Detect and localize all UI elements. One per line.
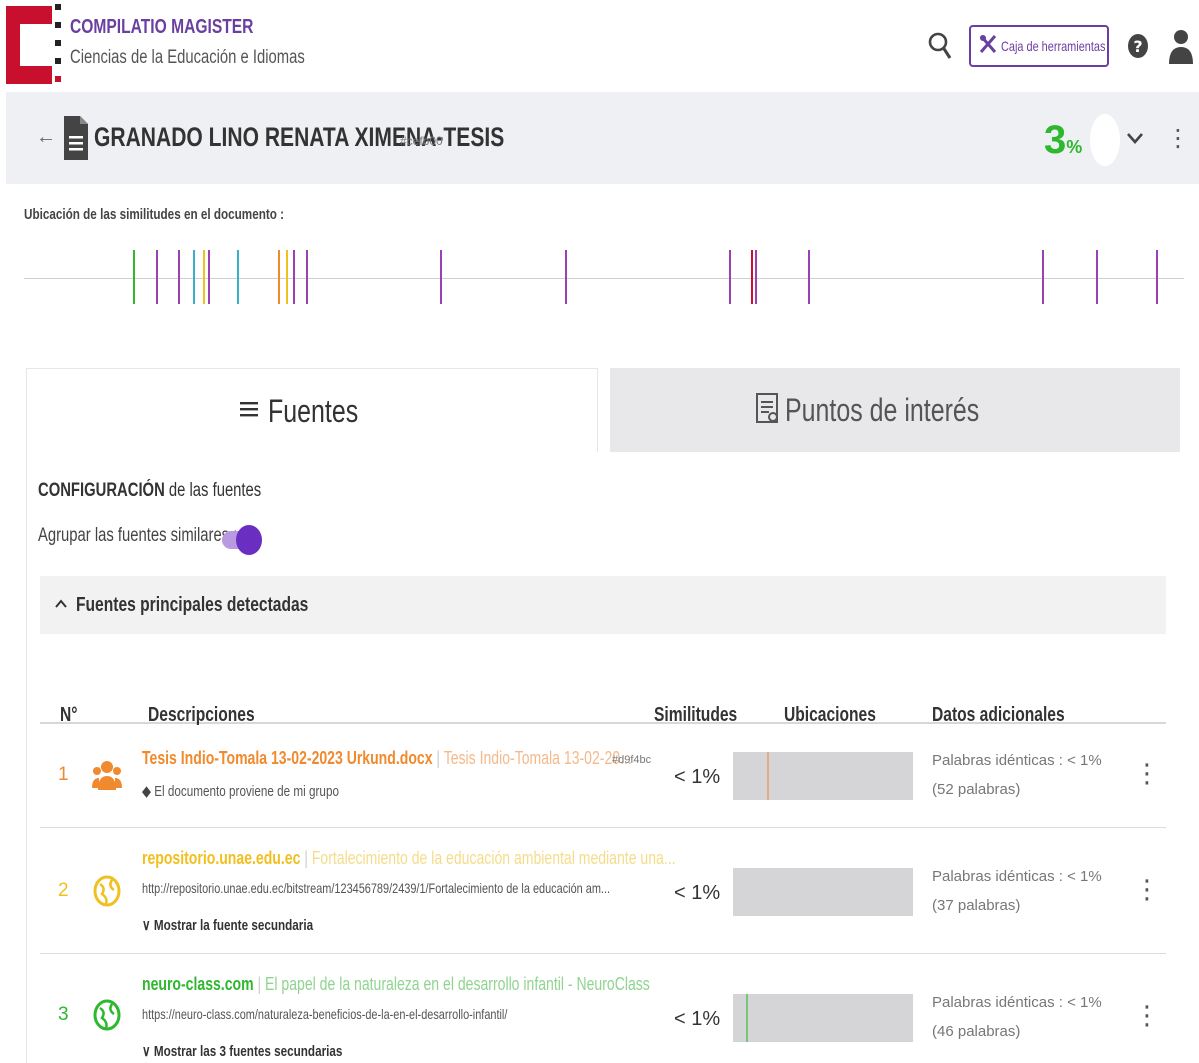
similarity-location-mark[interactable] <box>440 250 443 304</box>
svg-text:?: ? <box>1133 37 1142 56</box>
similarity-location-mark[interactable] <box>133 250 136 304</box>
show-secondary-link[interactable]: Mostrar la fuente secundaria <box>154 917 313 934</box>
source-origin: El documento proviene de mi grupo <box>154 783 339 800</box>
toolbox-label: Caja de herramientas <box>1001 38 1106 54</box>
additional-data: Palabras idénticas : < 1% (37 palabras) <box>932 868 1102 914</box>
main-sources-title: Fuentes principales detectadas <box>76 593 309 616</box>
similarity-percentage: 3% <box>1044 118 1083 162</box>
similarity-location-mark[interactable] <box>237 250 240 304</box>
top-bar: COMPILATIO MAGISTER Ciencias de la Educa… <box>0 0 1199 92</box>
additional-data: Palabras idénticas : < 1% (46 palabras) <box>932 994 1102 1040</box>
source-title[interactable]: neuro-class.com <box>142 974 254 994</box>
main-sources-header[interactable]: Fuentes principales detectadas <box>40 576 1166 634</box>
similarity-location-mark[interactable] <box>305 250 308 304</box>
similarity-location-mark[interactable] <box>286 250 289 304</box>
similarity-gauge <box>1090 114 1120 166</box>
similarity-location-mark[interactable] <box>808 250 811 304</box>
locations-bar[interactable] <box>733 752 913 800</box>
row-number: 2 <box>58 880 69 901</box>
source-subtitle[interactable]: El papel de la naturaleza en el desarrol… <box>265 974 650 994</box>
similarity-location-mark[interactable] <box>754 250 757 304</box>
globe-icon <box>92 998 122 1032</box>
row-options-icon[interactable]: ⋮ <box>1134 758 1160 789</box>
tab-sources[interactable]: Fuentes <box>26 368 598 454</box>
logo-letter-c <box>6 6 52 84</box>
tab-sources-label: Fuentes <box>268 393 359 429</box>
tab-points-label: Puntos de interés <box>785 391 980 428</box>
row-location-mark <box>767 752 770 800</box>
similarity-location-mark[interactable] <box>278 250 281 304</box>
similarity-location-mark[interactable] <box>193 250 196 304</box>
similarity-value: < 1% <box>674 766 721 788</box>
col-locations: Ubicaciones <box>784 704 876 726</box>
locations-track <box>24 278 1184 279</box>
chevron-down-icon[interactable] <box>1126 128 1144 151</box>
row-number: 3 <box>58 1004 69 1025</box>
table-row[interactable]: 2 repositorio.unae.edu.ec | Fortalecimie… <box>40 828 1166 954</box>
app-subtitle: Ciencias de la Educación e Idiomas <box>70 47 305 68</box>
table-row[interactable]: 1 Tesis Indio-Tomala 13-02-2023 Urkund.d… <box>40 726 1166 828</box>
similarity-location-mark[interactable] <box>729 250 732 304</box>
source-subtitle[interactable]: Tesis Indio-Tomala 13-02-20... <box>444 748 632 768</box>
document-header: ← GRANADO LINO RENATA XIMENA-TESIS #cefb… <box>6 92 1199 184</box>
group-icon <box>92 758 122 792</box>
source-tag: #d9f4bc <box>612 754 652 766</box>
similarity-location-mark[interactable] <box>178 250 181 304</box>
similarity-location-mark[interactable] <box>202 250 205 304</box>
globe-icon <box>92 874 122 908</box>
similarity-location-mark[interactable] <box>293 250 296 304</box>
search-icon[interactable] <box>928 32 952 60</box>
config-title: CONFIGURACIÓN de las fuentes <box>38 480 262 501</box>
document-icon <box>62 110 90 166</box>
col-similarities[interactable]: Similitudes <box>654 704 737 727</box>
source-title[interactable]: Tesis Indio-Tomala 13-02-2023 Urkund.doc… <box>142 748 433 768</box>
similarity-location-mark[interactable] <box>564 250 567 304</box>
back-arrow-icon[interactable]: ← <box>36 126 56 149</box>
similarity-value: < 1% <box>674 1008 721 1030</box>
row-location-mark <box>745 994 748 1042</box>
user-icon[interactable] <box>1168 28 1194 64</box>
app-title: COMPILATIO MAGISTER <box>70 16 254 38</box>
row-options-icon[interactable]: ⋮ <box>1134 1000 1160 1031</box>
row-options-icon[interactable]: ⋮ <box>1134 874 1160 905</box>
table-row[interactable]: 3 neuro-class.com | El papel de la natur… <box>40 954 1166 1063</box>
source-subtitle[interactable]: Fortalecimiento de la educación ambienta… <box>312 848 676 868</box>
row-number: 1 <box>58 764 69 785</box>
locations-bar[interactable] <box>733 994 913 1042</box>
toolbox-icon <box>979 34 997 59</box>
locations-bar[interactable] <box>733 868 913 916</box>
similarity-location-mark[interactable] <box>156 250 159 304</box>
chevron-up-icon <box>54 596 68 614</box>
toolbox-button[interactable]: Caja de herramientas <box>969 25 1109 67</box>
col-descriptions: Descripciones <box>148 704 255 726</box>
table-header: N° Descripciones Similitudes Ubicaciones… <box>40 636 1166 727</box>
more-options-icon[interactable]: ⋮ <box>1166 124 1190 153</box>
source-title[interactable]: repositorio.unae.edu.ec <box>142 848 300 868</box>
document-title: GRANADO LINO RENATA XIMENA-TESIS <box>94 122 505 152</box>
compilatio-logo[interactable] <box>6 4 66 84</box>
col-num: N° <box>60 704 78 726</box>
similarity-location-mark[interactable] <box>1156 250 1159 304</box>
source-url[interactable]: https://neuro-class.com/naturaleza-benef… <box>142 1006 507 1022</box>
help-icon[interactable]: ? <box>1127 33 1149 59</box>
similarity-location-mark[interactable] <box>1042 250 1045 304</box>
similarity-location-mark[interactable] <box>1095 250 1098 304</box>
show-secondary-link[interactable]: Mostrar las 3 fuentes secundarias <box>154 1043 343 1060</box>
chevron-down-icon: ∨ <box>142 917 154 934</box>
additional-data: Palabras idénticas : < 1% (52 palabras) <box>932 752 1102 798</box>
tab-points-of-interest[interactable]: Puntos de interés <box>610 368 1180 452</box>
similarity-location-mark[interactable] <box>208 250 211 304</box>
source-url[interactable]: http://repositorio.unae.edu.ec/bitstream… <box>142 880 610 896</box>
tag-icon: ◆ <box>142 783 155 800</box>
similarity-value: < 1% <box>674 882 721 904</box>
col-additional-data: Datos adicionales <box>932 704 1065 726</box>
chevron-down-icon: ∨ <box>142 1043 154 1060</box>
similarity-location-mark[interactable] <box>751 250 754 304</box>
logo-dots <box>54 4 62 84</box>
list-icon <box>240 400 260 423</box>
group-sources-toggle[interactable] <box>222 525 262 555</box>
clipboard-icon <box>755 391 781 430</box>
document-tag: #cefb00 <box>400 134 443 148</box>
locations-label: Ubicación de las similitudes en el docum… <box>24 206 285 223</box>
